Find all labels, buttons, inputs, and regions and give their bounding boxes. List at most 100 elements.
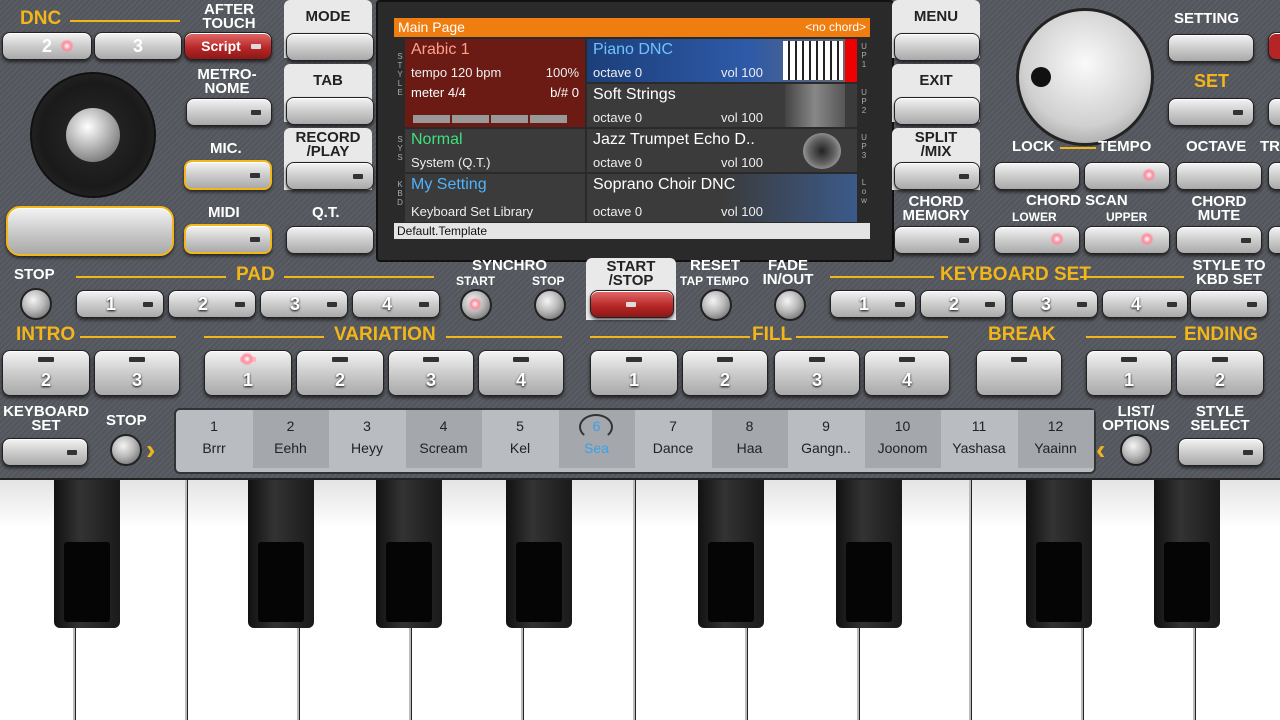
record-button[interactable]	[286, 162, 374, 190]
pad-stop-knob[interactable]	[20, 288, 52, 320]
fill-3-button[interactable]: 3	[774, 350, 860, 396]
pad-bank-stop-knob[interactable]	[110, 434, 142, 466]
black-key[interactable]	[506, 480, 572, 628]
upper1-cell[interactable]: Piano DNC octave 0 vol 100	[587, 39, 857, 82]
mic-button[interactable]	[184, 160, 272, 190]
fade-knob[interactable]	[774, 289, 806, 321]
mode-button[interactable]	[286, 33, 374, 61]
variation-2-led	[332, 357, 348, 362]
sound-pad[interactable]: 6 Sea	[558, 410, 635, 468]
keyboard-set-button[interactable]	[2, 438, 88, 466]
tab-button[interactable]	[286, 97, 374, 125]
pad-2-button[interactable]: 2	[168, 290, 256, 318]
pad-4-button[interactable]: 4	[352, 290, 440, 318]
style-select-button[interactable]	[1178, 438, 1264, 466]
led-flash-icon	[1140, 232, 1154, 246]
system-cell[interactable]: Normal System (Q.T.)	[405, 129, 585, 172]
chord-scan-upper-button[interactable]	[1084, 226, 1170, 254]
fill-4-button[interactable]: 4	[864, 350, 950, 396]
midi-button[interactable]	[184, 224, 272, 254]
chevron-left-icon[interactable]: ‹	[1096, 436, 1105, 464]
sound-pad[interactable]: 5 Kel	[482, 410, 558, 468]
split-button[interactable]	[894, 162, 980, 190]
reset-knob[interactable]	[700, 289, 732, 321]
style-to-kbd-button[interactable]	[1190, 290, 1268, 318]
menu-button[interactable]	[894, 33, 980, 61]
kbdset-1-button[interactable]: 1	[830, 290, 916, 318]
variation-4-button[interactable]: 4	[478, 350, 564, 396]
sound-pad[interactable]: 9 Gangn..	[788, 410, 864, 468]
synchro-stop-knob[interactable]	[534, 289, 566, 321]
black-key[interactable]	[698, 480, 764, 628]
transpose-button[interactable]	[1268, 162, 1280, 190]
black-key[interactable]	[1154, 480, 1220, 628]
set-button[interactable]	[1168, 98, 1254, 126]
variation-3-button[interactable]: 3	[388, 350, 474, 396]
edge-button[interactable]	[1268, 98, 1280, 126]
fill-2-button[interactable]: 2	[682, 350, 768, 396]
kbdset-3-button[interactable]: 3	[1012, 290, 1098, 318]
sound-pad[interactable]: 3 Heyy	[329, 410, 405, 468]
pitch-bend-pad[interactable]	[6, 206, 174, 256]
kbdset-1-led	[895, 302, 905, 307]
metronome-button[interactable]	[186, 98, 272, 126]
black-key[interactable]	[836, 480, 902, 628]
intro-3-button[interactable]: 3	[94, 350, 180, 396]
lock-button[interactable]	[994, 162, 1080, 190]
fill-3-led	[809, 357, 825, 362]
kbdset-2-button[interactable]: 2	[920, 290, 1006, 318]
pad-1-button[interactable]: 1	[76, 290, 164, 318]
dnc-2-button[interactable]: 2	[2, 32, 92, 60]
pad-2-led	[235, 302, 245, 307]
break-button[interactable]	[976, 350, 1062, 396]
sound-pad[interactable]: 4 Scream	[405, 410, 482, 468]
chord-memory-button[interactable]	[894, 226, 980, 254]
setting-button[interactable]	[1168, 34, 1254, 62]
ending-2-button[interactable]: 2	[1176, 350, 1264, 396]
black-key[interactable]	[248, 480, 314, 628]
sound-pad[interactable]: 1 Brrr	[176, 410, 252, 468]
style-cell[interactable]: Arabic 1 tempo 120 bpm 100% meter 4/4 b/…	[405, 39, 585, 127]
black-key[interactable]	[376, 480, 442, 628]
list-options-knob[interactable]	[1120, 434, 1152, 466]
sound-pad[interactable]: 2 Eehh	[252, 410, 329, 468]
chord-scan-lower-button[interactable]	[994, 226, 1080, 254]
tempo-button[interactable]	[1084, 162, 1170, 190]
script-button[interactable]: Script	[184, 32, 272, 60]
fill-1-button[interactable]: 1	[590, 350, 678, 396]
octave-button[interactable]	[1176, 162, 1262, 190]
sound-pad[interactable]: 11 Yashasa	[941, 410, 1017, 468]
exit-button[interactable]	[894, 97, 980, 125]
black-key[interactable]	[1026, 480, 1092, 628]
intro-2-button[interactable]: 2	[2, 350, 90, 396]
variation-2-button[interactable]: 2	[296, 350, 384, 396]
joystick-knob[interactable]	[66, 108, 120, 162]
lower-cell[interactable]: Soprano Choir DNC octave 0 vol 100	[587, 174, 857, 222]
mic-label: MIC.	[210, 140, 242, 157]
data-dial[interactable]	[1016, 8, 1154, 146]
synchro-start-label: START	[456, 274, 496, 288]
kbdset-3-label: 3	[1040, 294, 1051, 314]
qt-button[interactable]	[286, 226, 374, 254]
black-key[interactable]	[54, 480, 120, 628]
sound-pad[interactable]: 12 Yaainn	[1017, 410, 1094, 468]
sound-pad[interactable]: 7 Dance	[635, 410, 711, 468]
pad-3-button[interactable]: 3	[260, 290, 348, 318]
upper2-cell[interactable]: Soft Strings octave 0 vol 100	[587, 84, 857, 127]
joystick[interactable]	[30, 72, 156, 198]
chord-mute-button[interactable]	[1176, 226, 1262, 254]
ending-1-button[interactable]: 1	[1086, 350, 1172, 396]
sound-pad[interactable]: 10 Joonom	[864, 410, 941, 468]
upper3-cell[interactable]: Jazz Trumpet Echo D.. octave 0 vol 100	[587, 129, 857, 172]
sound-pad-name: Yashasa	[952, 440, 1006, 456]
keyboard-set-cell[interactable]: My Setting Keyboard Set Library	[405, 174, 585, 222]
edge-red-button[interactable]	[1268, 32, 1280, 60]
kbdset-4-button[interactable]: 4	[1102, 290, 1188, 318]
variation-label: VARIATION	[334, 324, 436, 345]
edge-button[interactable]	[1268, 226, 1280, 254]
start-stop-button[interactable]	[590, 290, 674, 318]
style-name: Arabic 1	[411, 41, 470, 58]
dnc-3-button[interactable]: 3	[94, 32, 182, 60]
chevron-right-icon[interactable]: ›	[146, 436, 155, 464]
sound-pad[interactable]: 8 Haa	[711, 410, 788, 468]
